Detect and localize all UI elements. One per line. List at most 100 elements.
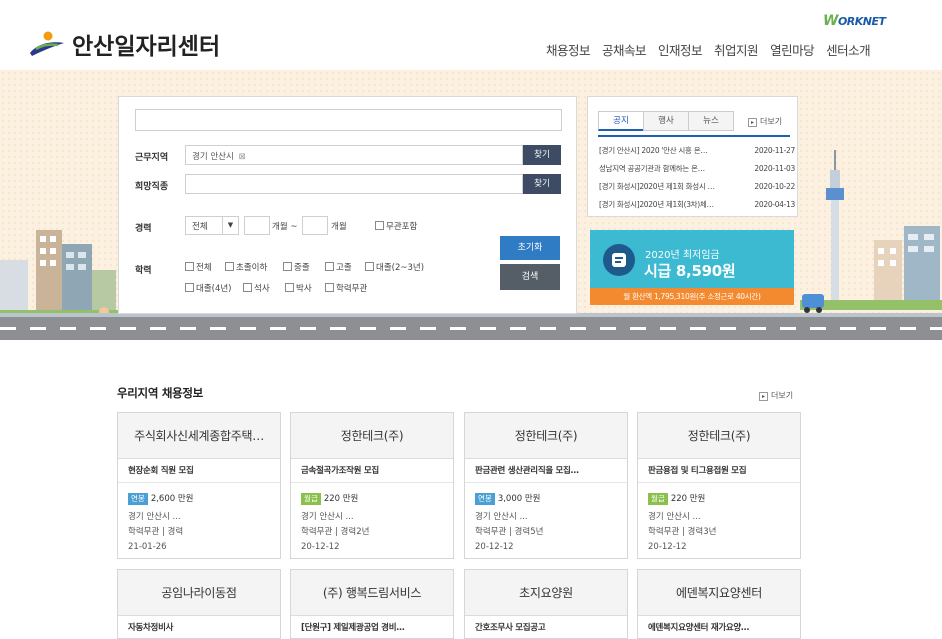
tab-notice[interactable]: 공지: [598, 111, 644, 131]
jobs-more-link[interactable]: ▸ 더보기: [759, 390, 793, 401]
edu-checkbox-college[interactable]: 대졸(2~3년): [365, 261, 424, 273]
job-card-company[interactable]: 초지요양원: [465, 570, 627, 616]
job-card[interactable]: 초지요양원 간호조무사 모집공고: [464, 569, 628, 639]
worknet-logo[interactable]: WORKNET: [823, 13, 886, 29]
notice-list: [경기 안산시] 2020 '안산 시흥 온… 2020-11-27 성남지역 공…: [599, 142, 795, 214]
job-card-title[interactable]: 자동차정비사: [118, 616, 280, 639]
region-clear-icon[interactable]: ⊠: [239, 152, 246, 162]
edu-checkbox-elementary[interactable]: 초졸이하: [225, 261, 267, 273]
notice-tabs: 공지 행사 뉴스: [598, 111, 734, 131]
hero-banner: 근무지역 경기 안산시 ⊠ 찾기 희망직종 찾기 경력 전체 ▼ 개월 ~ 개월…: [0, 70, 942, 340]
nav-employment-support[interactable]: 취업지원: [714, 40, 759, 59]
job-card-company[interactable]: 정한테크(주): [291, 413, 453, 459]
job-card-body: 월급 220 만원 경기 안산시 ... 학력무관 | 경력3년 20-12-12: [638, 483, 800, 555]
nav-open-forum[interactable]: 열린마당: [770, 40, 815, 59]
search-button[interactable]: 검색: [500, 264, 560, 290]
list-item[interactable]: [경기 안산시] 2020 '안산 시흥 온… 2020-11-27: [599, 142, 795, 160]
pay-type-badge: 월급: [648, 493, 668, 505]
wage-mascot-icon: [603, 244, 635, 276]
job-card[interactable]: (주) 행복드림서비스 [단원구] 제일제광공업 경비…: [290, 569, 454, 639]
job-card-title[interactable]: 금속절곡가조작원 모집: [291, 459, 453, 483]
job-card[interactable]: 주식회사신세계종합주택… 현장순회 직원 모집연봉 2,600 만원경기 안산시 .…: [117, 412, 281, 559]
city-right-illustration: [800, 150, 942, 313]
job-card[interactable]: 정한테크(주) 금속절곡가조작원 모집월급 220 만원경기 안산시 ... 학력무관…: [290, 412, 454, 559]
career-min-input[interactable]: [244, 216, 270, 235]
job-card-date: 20-12-12: [301, 542, 340, 552]
job-card-requirements: 학력무관 | 경력5년: [475, 527, 544, 537]
city-left-illustration: [0, 230, 120, 320]
list-item[interactable]: 성남지역 공공기관과 함께하는 온… 2020-11-03: [599, 160, 795, 178]
pay-type-badge: 월급: [301, 493, 321, 505]
job-card-location: 경기 안산시 ...: [648, 512, 701, 522]
job-card-date: 21-01-26: [128, 542, 167, 552]
list-item[interactable]: [경기 화성시]2020년 제1회 화성시 … 2020-10-22: [599, 178, 795, 196]
job-card-date: 20-12-12: [475, 542, 514, 552]
arrow-right-icon: ▸: [748, 118, 757, 127]
tab-news[interactable]: 뉴스: [688, 111, 734, 131]
reset-button[interactable]: 초기화: [500, 236, 560, 260]
nav-public-recruit[interactable]: 공채속보: [602, 40, 647, 59]
job-card-title[interactable]: 현장순회 직원 모집: [118, 459, 280, 483]
job-card-title[interactable]: 판금관련 생산관리직을 모집…: [465, 459, 627, 483]
job-card[interactable]: 정한테크(주) 판금관련 생산관리직을 모집… 연봉 3,000 만원경기 안산시 .…: [464, 412, 628, 559]
global-nav: 채용정보 공채속보 인재정보 취업지원 열린마당 센터소개: [546, 40, 871, 59]
job-card-location: 경기 안산시 ...: [301, 512, 354, 522]
job-card-company[interactable]: 공임나라이동점: [118, 570, 280, 616]
site-logo[interactable]: 안산일자리센터: [26, 27, 220, 61]
job-card-company[interactable]: 주식회사신세계종합주택…: [118, 413, 280, 459]
job-card-location: 경기 안산시 ...: [128, 512, 181, 522]
job-card-requirements: 학력무관 | 경력2년: [301, 527, 370, 537]
wage-amount: 시급 8,590원: [644, 262, 736, 280]
career-max-input[interactable]: [302, 216, 328, 235]
job-card-title[interactable]: 에덴복지요양센터 재가요양…: [638, 616, 800, 639]
edu-checkbox-master[interactable]: 석사: [243, 282, 270, 294]
job-card-company[interactable]: 에덴복지요양센터: [638, 570, 800, 616]
nav-talent[interactable]: 인재정보: [658, 40, 703, 59]
job-card-pay: 연봉 3,000 만원: [475, 492, 617, 507]
list-item[interactable]: [경기 화성시]2020년 제1회(3차)체… 2020-04-13: [599, 196, 795, 214]
job-card-body: 연봉 2,600 만원경기 안산시 ... 학력무관 | 경력 21-01-26: [118, 483, 280, 555]
region-label: 근무지역: [135, 153, 169, 163]
career-select[interactable]: 전체 ▼: [185, 216, 239, 235]
edu-checkbox-any[interactable]: 학력무관: [325, 282, 367, 294]
edu-checkbox-university[interactable]: 대졸(4년): [185, 282, 232, 294]
job-card-title[interactable]: [단원구] 제일제광공업 경비…: [291, 616, 453, 639]
job-card[interactable]: 공임나라이동점 자동차정비사: [117, 569, 281, 639]
keyword-search-input[interactable]: [135, 109, 562, 131]
edu-checkbox-doctor[interactable]: 박사: [285, 282, 312, 294]
notice-more-link[interactable]: ▸ 더보기: [748, 116, 782, 127]
job-card-pay: 월급 220 만원: [301, 492, 443, 507]
logo-text: 안산일자리센터: [72, 34, 221, 60]
minimum-wage-banner[interactable]: 2020년 최저임금 시급 8,590원 월 환산액 1,795,310원(주 …: [590, 230, 794, 305]
edu-checkbox-high[interactable]: 고졸: [325, 261, 352, 273]
wage-monthly-bar: 월 환산액 1,795,310원(주 소정근로 40시간): [590, 288, 794, 305]
region-find-button[interactable]: 찾기: [523, 145, 561, 165]
job-type-label: 희망직종: [135, 182, 169, 192]
career-none-checkbox[interactable]: 무관포함: [375, 220, 417, 232]
job-card-pay: 연봉 2,600 만원: [128, 492, 270, 507]
pay-type-badge: 연봉: [475, 493, 495, 505]
job-type-find-button[interactable]: 찾기: [523, 174, 561, 194]
job-card-title[interactable]: 간호조무사 모집공고: [465, 616, 627, 639]
site-header: 안산일자리센터 WORKNET 채용정보 공채속보 인재정보 취업지원 열린마당…: [0, 0, 942, 70]
job-card-company[interactable]: 정한테크(주): [465, 413, 627, 459]
nav-center-intro[interactable]: 센터소개: [826, 40, 871, 59]
nav-jobs[interactable]: 채용정보: [546, 40, 591, 59]
arrow-right-icon: ▸: [759, 392, 768, 401]
job-card-requirements: 학력무관 | 경력: [128, 527, 184, 537]
job-card-location: 경기 안산시 ...: [475, 512, 528, 522]
education-label: 학력: [135, 266, 152, 276]
road-decoration: [0, 317, 942, 340]
job-card-title[interactable]: 판금용접 및 티그용접원 모집: [638, 459, 800, 483]
job-card[interactable]: 정한테크(주) 판금용접 및 티그용접원 모집 월급 220 만원 경기 안산시 ...…: [637, 412, 801, 559]
job-card[interactable]: 에덴복지요양센터 에덴복지요양센터 재가요양…: [637, 569, 801, 639]
job-card-company[interactable]: (주) 행복드림서비스: [291, 570, 453, 616]
job-type-input[interactable]: [185, 174, 523, 194]
logo-mark-icon: [26, 29, 66, 59]
tab-event[interactable]: 행사: [643, 111, 689, 131]
chevron-down-icon: ▼: [222, 217, 238, 234]
edu-checkbox-all[interactable]: 전체: [185, 261, 212, 273]
job-card-company[interactable]: 정한테크(주): [638, 413, 800, 459]
edu-checkbox-middle[interactable]: 중졸: [283, 261, 310, 273]
region-input[interactable]: 경기 안산시 ⊠: [185, 145, 523, 165]
